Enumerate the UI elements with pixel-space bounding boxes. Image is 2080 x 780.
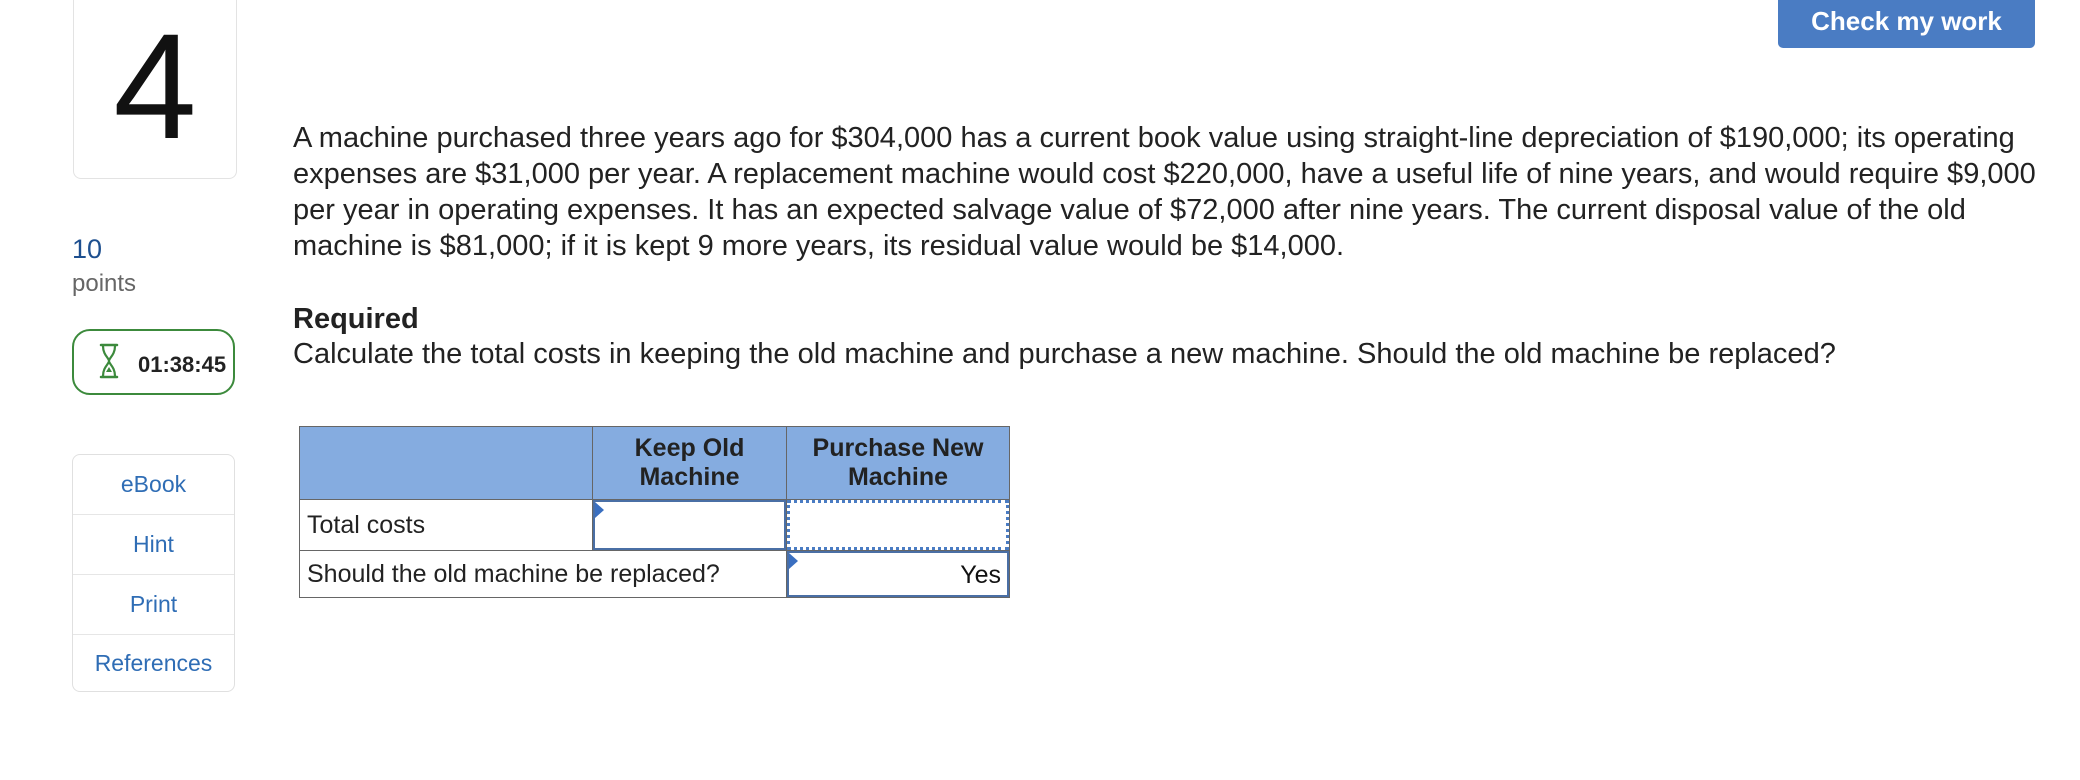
timer-badge: 01:38:45: [72, 329, 235, 395]
hourglass-icon: [98, 343, 120, 384]
replace-answer-value: Yes: [960, 561, 1001, 589]
print-link[interactable]: Print: [73, 575, 234, 635]
input-marker-icon: [595, 502, 604, 518]
header-purchase-new: Purchase New Machine: [786, 426, 1010, 500]
replace-answer-cell: Yes: [786, 550, 1010, 598]
hint-link[interactable]: Hint: [73, 515, 234, 575]
check-my-work-button[interactable]: Check my work: [1778, 0, 2035, 48]
question-number: 4: [73, 0, 237, 179]
header-keep-old: Keep Old Machine: [592, 426, 787, 500]
input-marker-icon: [789, 553, 798, 569]
table-row: Should the old machine be replaced? Yes: [299, 550, 1010, 598]
answer-table: Keep Old Machine Purchase New Machine To…: [299, 426, 1010, 598]
ebook-link[interactable]: eBook: [73, 455, 234, 515]
table-row: Total costs: [299, 499, 1010, 551]
required-heading: Required: [293, 303, 419, 335]
table-header-row: Keep Old Machine Purchase New Machine: [299, 426, 1010, 500]
tools-panel: eBook Hint Print References: [72, 454, 235, 692]
purchase-new-total-cell: [786, 499, 1010, 551]
header-blank-cell: [299, 426, 593, 500]
points-value: 10: [72, 234, 103, 264]
keep-old-total-cell: [592, 499, 787, 551]
problem-statement: A machine purchased three years ago for …: [293, 122, 2036, 262]
references-link[interactable]: References: [73, 635, 234, 691]
timer-value: 01:38:45: [138, 352, 227, 377]
row-label-replace-question: Should the old machine be replaced?: [299, 550, 787, 598]
points-label: points: [72, 270, 137, 297]
keep-old-total-input[interactable]: [593, 500, 786, 550]
purchase-new-total-input[interactable]: [787, 500, 1009, 550]
required-instructions: Calculate the total costs in keeping the…: [293, 338, 1836, 370]
replace-answer-dropdown[interactable]: Yes: [787, 551, 1009, 597]
row-label-total-costs: Total costs: [299, 499, 593, 551]
